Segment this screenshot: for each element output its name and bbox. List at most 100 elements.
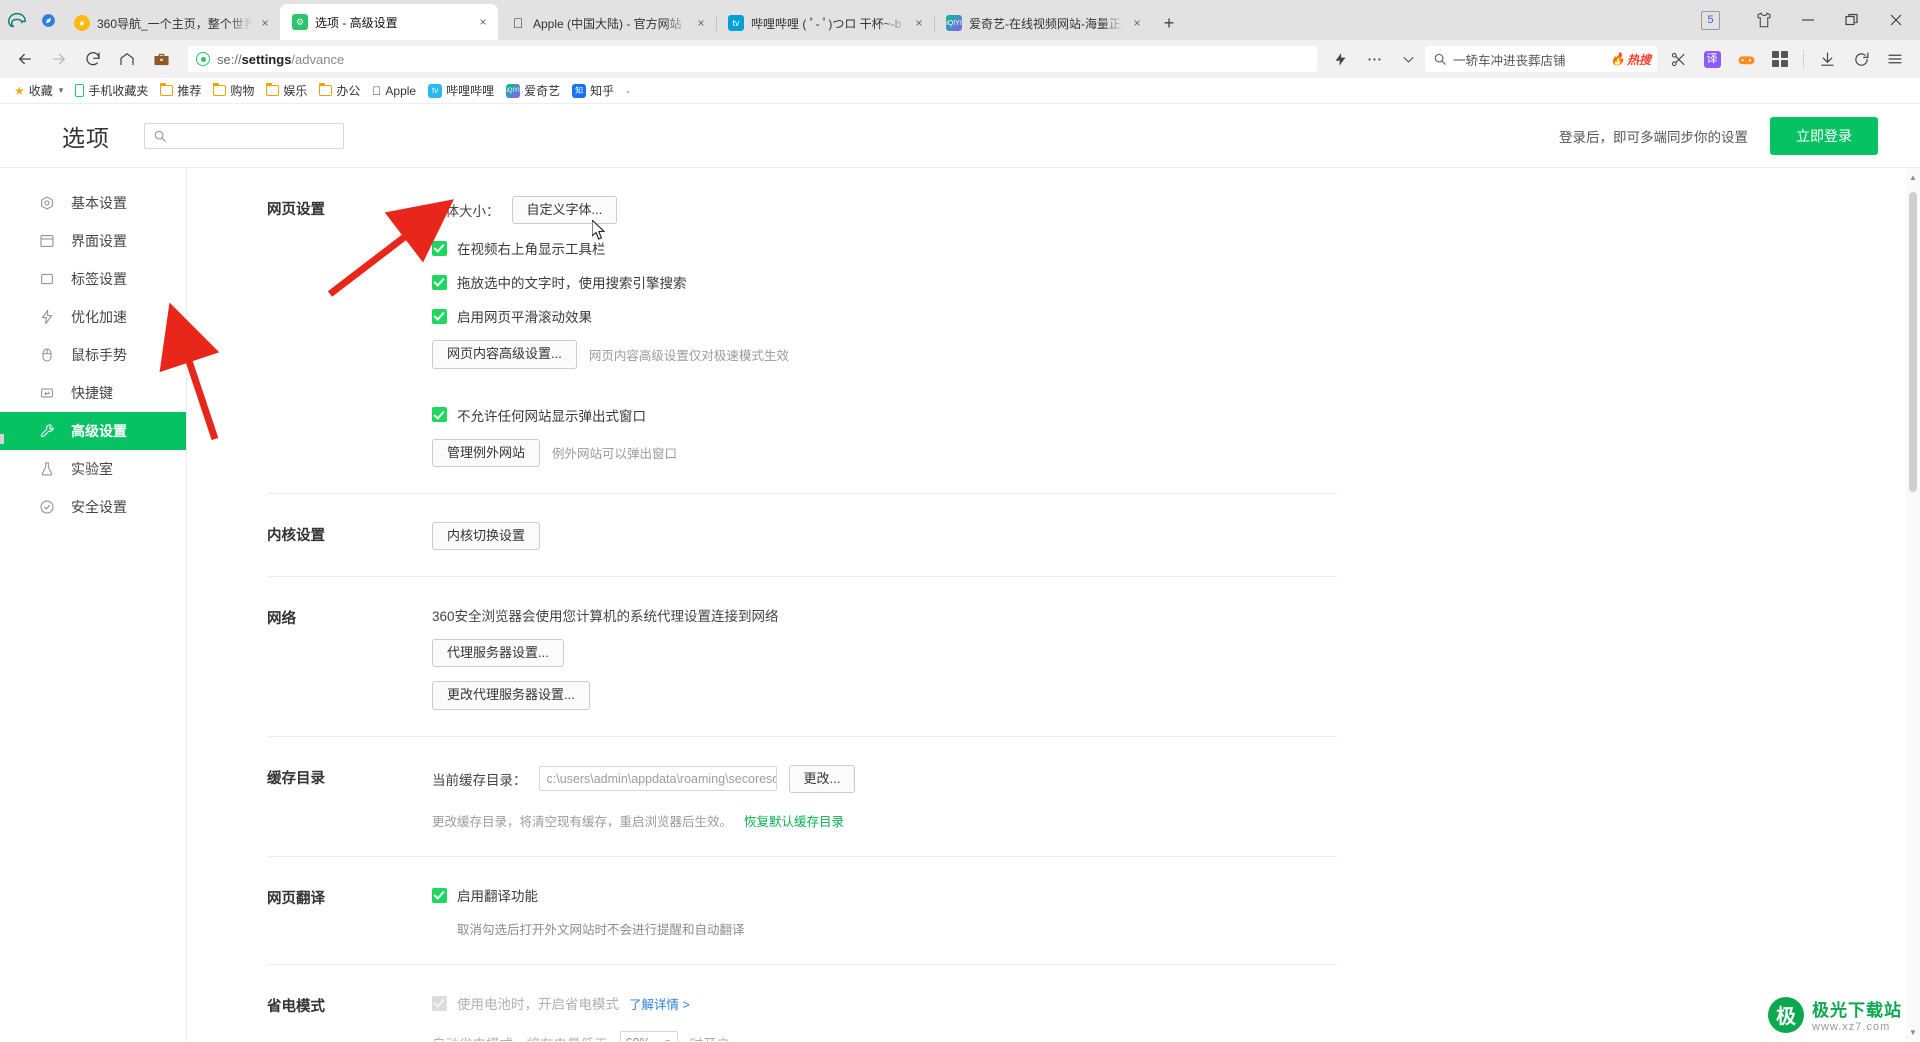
tab-0[interactable]: ● 360导航_一个主页，整个世界 × [62,6,280,40]
maximize-icon[interactable] [1830,0,1874,40]
translate-hint-row: 取消勾选后打开外文网站时不会进行提醒和自动翻译 [432,919,1337,938]
close-icon[interactable] [1874,0,1918,40]
sidebar-item-label: 界面设置 [71,233,127,249]
sidebar-item-optimize[interactable]: 优化加速 [0,298,186,336]
reload-icon[interactable] [76,44,110,74]
cache-change-button[interactable]: 更改... [788,764,856,794]
checkbox-drag-search[interactable] [432,274,447,290]
chevron-down-icon[interactable] [1391,44,1425,74]
hamburger-menu-icon[interactable] [1878,44,1912,74]
tab-count-badge[interactable]: 5 [1701,10,1720,30]
settings-search-input[interactable] [144,122,344,149]
bookmark-item-recommend[interactable]: 推荐 [154,80,207,102]
section-label: 内核设置 [267,527,325,544]
back-arrow-icon[interactable] [8,44,42,74]
checkbox-smooth-scroll-row[interactable]: 启用网页平滑滚动效果 [432,306,1337,326]
checkbox-drag-search-row[interactable]: 拖放选中的文字时，使用搜索引擎搜索 [432,272,1337,292]
tab-close-button[interactable]: × [474,13,492,31]
apps-grid-icon[interactable] [1763,44,1797,74]
home-icon[interactable] [110,44,144,74]
more-dots-icon[interactable] [1357,44,1391,74]
sidebar-item-tabs[interactable]: 标签设置 [0,260,186,298]
tab-close-button[interactable]: × [256,14,274,32]
bookmark-star[interactable]: ★ 收藏 ▾ [8,80,69,102]
bookmark-overflow[interactable]: · [620,80,636,102]
cache-dir-input[interactable]: c:\users\admin\appdata\roaming\secoresdk… [538,766,777,792]
manage-exceptions-button[interactable]: 管理例外网站 [432,438,541,467]
apple-icon:  [510,15,526,31]
checkbox-battery-row[interactable]: 使用电池时，开启省电模式 了解详情 > [432,993,1337,1013]
login-button[interactable]: 立即登录 [1770,116,1878,155]
bookmark-item-phone[interactable]: 手机收藏夹 [69,80,154,102]
sidebar-item-shortcuts[interactable]: 快捷键 [0,374,186,412]
tab-4[interactable]: iQIYI 爱奇艺-在线视频网站-海量正版 × [934,6,1152,40]
lightning-icon[interactable] [1323,44,1357,74]
gamepad-icon[interactable] [1729,44,1763,74]
checkbox-smooth-scroll[interactable] [432,308,447,324]
tab-1-active[interactable]: ⚙ 选项 - 高级设置 × [280,4,498,40]
new-tab-button[interactable]: + [1152,6,1186,40]
bookmark-item-iqiyi[interactable]: iQIYI 爱奇艺 [500,80,566,102]
proxy-settings-button[interactable]: 代理服务器设置... [432,639,564,668]
sidebar-item-basic[interactable]: 基本设置 [0,184,186,222]
checkbox-enable-translate[interactable] [432,887,447,903]
briefcase-icon[interactable] [144,44,178,74]
scrollbar-thumb[interactable] [1909,192,1917,492]
manage-exceptions-row: 管理例外网站 例外网站可以弹出窗口 [432,438,1337,467]
section-cache: 缓存目录 当前缓存目录： c:\users\admin\appdata\roam… [267,737,1337,858]
tab-close-button[interactable]: × [1128,14,1146,32]
tab-close-button[interactable]: × [910,14,928,32]
bilibili-icon: tv [428,83,443,98]
kernel-switch-button[interactable]: 内核切换设置 [432,521,541,551]
search-input-value: 一轿车冲进丧葬店铺 [1453,53,1566,68]
checkbox-battery-saver[interactable] [432,995,447,1011]
checkbox-video-toolbar-row[interactable]: 在视频右上角显示工具栏 [432,238,1337,258]
address-bar[interactable]: se://settings/advance [188,46,1317,72]
download-icon[interactable] [1810,44,1844,74]
bookmark-item-office[interactable]: 办公 [313,80,366,102]
mouse-cursor-icon [592,220,606,240]
hot-search-badge[interactable]: 🔥 热搜 [1610,51,1651,68]
section-webpage: 网页设置 字体大小： 自定义字体... 在视频右上角显示工具栏 拖放选中的文字时… [267,168,1337,494]
translate-icon[interactable]: 译 [1695,44,1729,74]
scissors-icon[interactable] [1661,44,1695,74]
tab-3[interactable]: tv 哔哩哔哩 ( ﾟ- ﾟ)つロ 干杯~-b × [716,6,934,40]
forward-arrow-icon[interactable] [42,44,76,74]
tab-list-button[interactable] [34,0,62,40]
checkbox-popup-row[interactable]: 不允许任何网站显示弹出式窗口 [432,405,1337,425]
restore-default-cache-link[interactable]: 恢复默认缓存目录 [744,811,844,830]
learn-more-link[interactable]: 了解详情 > [629,994,690,1013]
sidebar-item-label: 鼠标手势 [71,347,127,363]
checkbox-video-toolbar[interactable] [432,240,447,256]
sidebar-item-advanced[interactable]: 高级设置 [0,412,186,450]
checkbox-translate-row[interactable]: 启用翻译功能 [432,885,1337,905]
battery-threshold-select[interactable]: 60% ▼ [619,1031,678,1041]
browser-logo [0,0,34,40]
chevron-down-icon[interactable]: ▾ [59,85,64,96]
scroll-up-icon[interactable]: ▲ [1906,170,1920,184]
tab-close-button[interactable]: × [692,14,710,32]
sidebar-item-lab[interactable]: 实验室 [0,450,186,488]
checkbox-label: 启用网页平滑滚动效果 [457,310,592,326]
section-kernel: 内核设置 内核切换设置 [267,494,1337,578]
tshirt-icon[interactable] [1742,0,1786,40]
bookmark-item-apple[interactable]:  Apple [366,80,422,102]
bookmark-item-zhihu[interactable]: 知 知乎 [566,80,620,102]
content-advanced-button[interactable]: 网页内容高级设置... [432,340,577,369]
settings-content: 网页设置 字体大小： 自定义字体... 在视频右上角显示工具栏 拖放选中的文字时… [187,168,1920,1041]
bookmark-item-shopping[interactable]: 购物 [207,80,260,102]
content-scrollbar[interactable]: ▲ ▼ [1906,168,1920,1041]
sidebar-item-security[interactable]: 安全设置 [0,488,186,526]
scroll-down-icon[interactable]: ▼ [1906,1025,1920,1039]
history-icon[interactable] [1844,44,1878,74]
minimize-icon[interactable] [1786,0,1830,40]
bookmark-item-bilibili[interactable]: tv 哔哩哔哩 [422,80,500,102]
sidebar-item-mouse-gesture[interactable]: 鼠标手势 [0,336,186,374]
checkbox-block-popups[interactable] [432,407,447,423]
bookmark-item-entertainment[interactable]: 娱乐 [260,80,313,102]
search-input[interactable]: 一轿车冲进丧葬店铺 🔥 热搜 [1425,46,1657,72]
change-proxy-settings-button[interactable]: 更改代理服务器设置... [432,681,590,710]
section-translate: 网页翻译 启用翻译功能 取消勾选后打开外文网站时不会进行提醒和自动翻译 [267,857,1337,966]
sidebar-item-interface[interactable]: 界面设置 [0,222,186,260]
tab-2[interactable]:  Apple (中国大陆) - 官方网站 × [498,6,716,40]
